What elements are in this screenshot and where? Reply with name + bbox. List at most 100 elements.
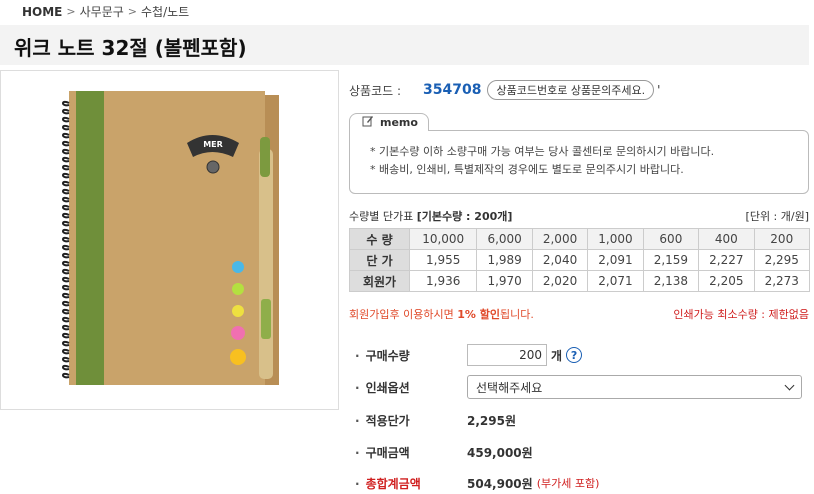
amount-row: 구매금액 459,000원 xyxy=(355,440,805,464)
sticky-tab-pink xyxy=(231,326,245,340)
qty-unit: 개 xyxy=(551,348,563,363)
pen-clip xyxy=(260,137,270,177)
price-cell: 1,955 xyxy=(408,249,478,271)
spiral-coil xyxy=(62,132,70,139)
price-row-header: 단 가 xyxy=(349,249,410,271)
pen-tip xyxy=(261,299,271,339)
product-code-tick: ' xyxy=(657,83,661,97)
qty-row-header: 수 량 xyxy=(349,228,410,250)
quantity-input[interactable] xyxy=(467,344,547,366)
price-row: 단 가 1,955 1,989 2,040 2,091 2,159 2,227 … xyxy=(349,249,811,271)
spiral-coil xyxy=(62,332,70,339)
spiral-coil xyxy=(62,324,70,331)
price-cell: 2,040 xyxy=(531,249,589,271)
price-table-caption: 수량별 단가표 [기본수량 : 200개] xyxy=(349,208,512,224)
member-price-cell: 2,205 xyxy=(698,270,755,292)
member-price-cell: 2,020 xyxy=(531,270,589,292)
member-price-cell: 2,071 xyxy=(587,270,644,292)
spiral-coil xyxy=(62,340,70,347)
member-price-cell: 1,936 xyxy=(408,270,478,292)
price-cell: 2,295 xyxy=(753,249,811,271)
spiral-coil xyxy=(62,196,70,203)
spiral-coil xyxy=(62,180,70,187)
price-cell: 2,159 xyxy=(642,249,700,271)
spiral-coil xyxy=(62,276,70,283)
qty-cell: 2,000 xyxy=(531,228,589,250)
discount-rate: 1% 할인 xyxy=(457,308,500,321)
snap-button xyxy=(206,160,220,174)
title-bar: 위크 노트 32절 (볼펜포함) xyxy=(0,25,809,65)
print-option-select[interactable]: 선택해주세요 xyxy=(467,375,802,399)
qty-cell: 1,000 xyxy=(587,228,644,250)
spiral-coil xyxy=(62,148,70,155)
price-cell: 2,091 xyxy=(587,249,644,271)
memo-line: * 기본수량 이하 소량구매 가능 여부는 당사 콜센터로 문의하시기 바랍니다… xyxy=(370,145,715,158)
spiral-coil xyxy=(62,156,70,163)
discount-prefix: 회원가입후 이용하시면 xyxy=(349,308,458,321)
spiral-coil xyxy=(62,140,70,147)
memo-line: * 배송비, 인쇄비, 특별제작의 경우에도 별도로 문의주시기 바랍니다. xyxy=(370,163,684,176)
spiral-coil xyxy=(62,188,70,195)
unit-price-row: 적용단가 2,295원 xyxy=(355,408,805,432)
spiral-coil xyxy=(62,260,70,267)
total-label: 총합계금액 xyxy=(355,475,467,492)
spiral-coil xyxy=(62,316,70,323)
spiral-coil xyxy=(62,244,70,251)
spiral-coil xyxy=(62,124,70,131)
sticky-tab-blue xyxy=(232,261,244,273)
order-qty-row: 구매수량 개 ? xyxy=(355,343,805,367)
product-title: 위크 노트 32절 (볼펜포함) xyxy=(14,36,247,60)
print-option-row: 인쇄옵션 선택해주세요 xyxy=(355,375,805,399)
spiral-coil xyxy=(62,164,70,171)
price-table-unit: [단위 : 개/원] xyxy=(745,210,809,223)
spiral-coil xyxy=(62,300,70,307)
min-print-qty: 인쇄가능 최소수량 : 제한없음 xyxy=(673,308,809,321)
price-table-header: 수량별 단가표 [기본수량 : 200개] [단위 : 개/원] xyxy=(349,208,809,224)
product-image[interactable]: MER xyxy=(1,71,340,411)
spiral-coil xyxy=(62,364,70,371)
spiral-coil xyxy=(62,252,70,259)
order-qty-label: 구매수량 xyxy=(355,347,467,364)
spiral-coil xyxy=(62,172,70,179)
spiral-coil xyxy=(62,284,70,291)
product-code-tip: 상품코드번호로 상품문의주세요. xyxy=(487,80,655,100)
price-cell: 2,227 xyxy=(698,249,755,271)
spiral-coil xyxy=(62,292,70,299)
member-price-row-header: 회원가 xyxy=(349,270,410,292)
spiral-coil xyxy=(62,228,70,235)
qty-cell: 600 xyxy=(642,228,700,250)
print-option-selected: 선택해주세요 xyxy=(476,380,543,395)
mer-badge-text: MER xyxy=(203,140,223,149)
breadcrumb-subcategory[interactable]: 수첩/노트 xyxy=(141,3,189,20)
spiral-coil xyxy=(62,204,70,211)
amount-value: 459,000원 xyxy=(467,445,533,460)
total-value: 504,900원 xyxy=(467,476,533,491)
unit-price-value: 2,295원 xyxy=(467,413,516,428)
memo-title: memo xyxy=(380,116,418,129)
product-code-value: 354708 xyxy=(423,82,482,98)
help-icon[interactable]: ? xyxy=(566,347,583,363)
breadcrumb-home[interactable]: HOME xyxy=(22,5,62,19)
memo-box: * 기본수량 이하 소량구매 가능 여부는 당사 콜센터로 문의하시기 바랍니다… xyxy=(349,130,809,194)
sticky-tab-green xyxy=(232,283,244,295)
base-qty-label: [기본수량 : 200개] xyxy=(416,210,513,223)
spiral-coil xyxy=(62,220,70,227)
amount-label: 구매금액 xyxy=(355,444,467,461)
memo-tab: memo xyxy=(349,113,429,131)
spiral-coil xyxy=(62,268,70,275)
notebook-spine xyxy=(76,91,104,385)
chevron-right-icon: > xyxy=(127,5,137,18)
qty-cell: 6,000 xyxy=(476,228,533,250)
spiral-coil xyxy=(62,100,70,107)
member-price-cell: 2,138 xyxy=(642,270,700,292)
breadcrumb-category[interactable]: 사무문구 xyxy=(80,3,124,20)
price-table-caption-text: 수량별 단가표 xyxy=(349,210,417,223)
product-code-label: 상품코드 : xyxy=(349,83,402,98)
spiral-coil xyxy=(62,236,70,243)
price-cell: 1,989 xyxy=(476,249,533,271)
member-price-cell: 1,970 xyxy=(476,270,533,292)
discount-suffix: 됩니다. xyxy=(499,308,534,321)
spiral-coil xyxy=(62,116,70,123)
sticky-tab-yellow xyxy=(232,305,244,317)
qty-cell: 10,000 xyxy=(408,228,478,250)
